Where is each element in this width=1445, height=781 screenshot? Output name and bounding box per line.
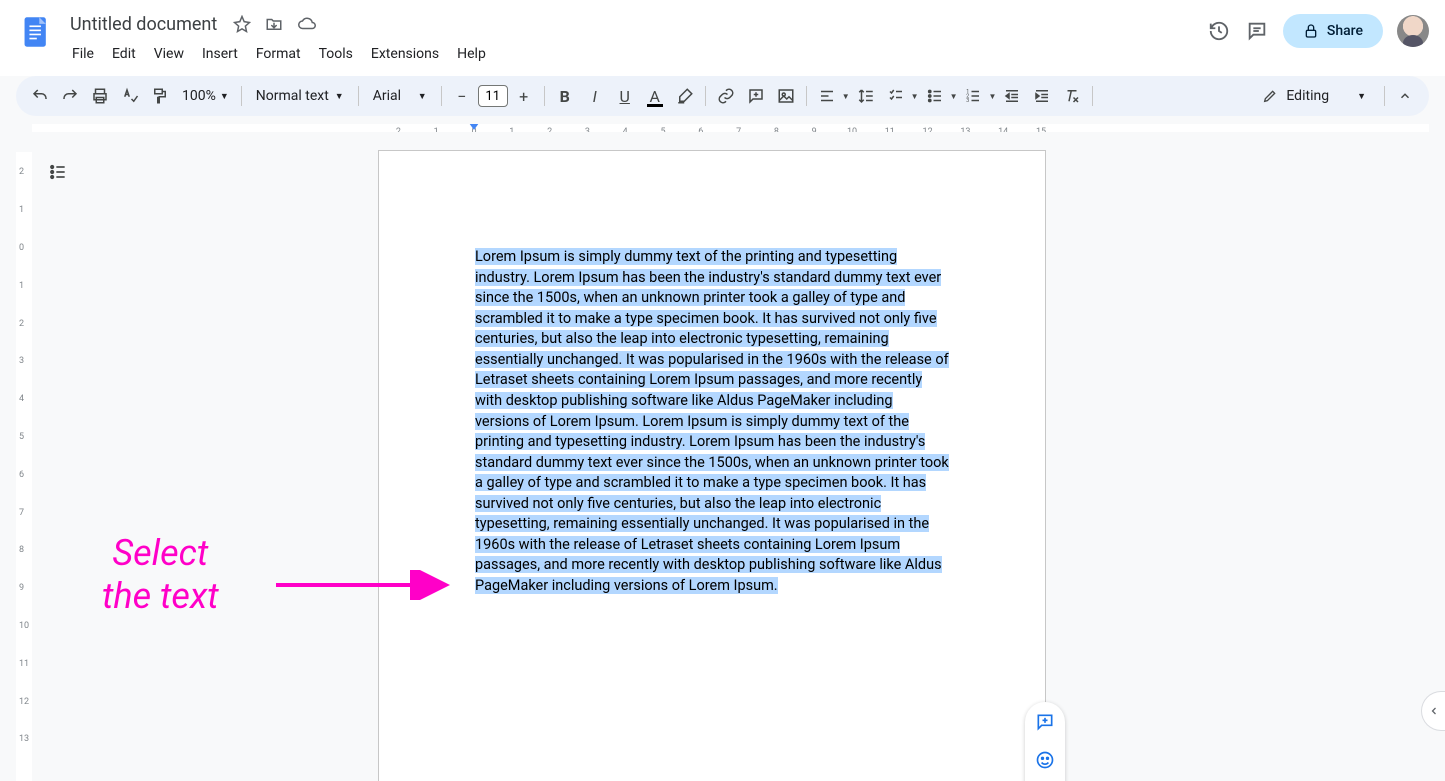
menu-tools[interactable]: Tools (311, 42, 361, 66)
title-area: Untitled document File Edit View Insert … (64, 8, 1207, 66)
add-comment-side-button[interactable] (1031, 708, 1059, 736)
bold-button[interactable]: B (551, 82, 579, 110)
separator (705, 86, 706, 106)
align-button[interactable] (813, 82, 841, 110)
insert-image-button[interactable] (772, 82, 800, 110)
cloud-status-icon[interactable] (297, 15, 317, 33)
menu-edit[interactable]: Edit (104, 42, 144, 66)
undo-button[interactable] (26, 82, 54, 110)
redo-button[interactable] (56, 82, 84, 110)
menu-extensions[interactable]: Extensions (363, 42, 447, 66)
spellcheck-button[interactable] (116, 82, 144, 110)
document-title[interactable]: Untitled document (64, 12, 223, 37)
annotation-line2: the text (102, 575, 219, 618)
zoom-dropdown[interactable]: 100%▼ (176, 88, 235, 104)
clear-format-button[interactable] (1058, 82, 1086, 110)
editing-mode-dropdown[interactable]: Editing ▼ (1250, 88, 1378, 104)
font-dropdown[interactable]: Arial▼ (365, 88, 435, 104)
collapse-toolbar-button[interactable] (1391, 82, 1419, 110)
separator (358, 86, 359, 106)
bulleted-list-button[interactable] (921, 82, 949, 110)
menu-view[interactable]: View (146, 42, 192, 66)
menu-bar: File Edit View Insert Format Tools Exten… (64, 42, 1207, 66)
italic-button[interactable]: I (581, 82, 609, 110)
page-content[interactable]: Lorem Ipsum is simply dummy text of the … (379, 151, 1045, 597)
vertical-ruler[interactable]: 21012345678910111213 (16, 152, 32, 781)
highlight-button[interactable] (671, 82, 699, 110)
print-button[interactable] (86, 82, 114, 110)
zoom-value: 100% (182, 88, 216, 104)
separator (241, 86, 242, 106)
style-value: Normal text (256, 88, 329, 104)
decrease-indent-button[interactable] (998, 82, 1026, 110)
menu-insert[interactable]: Insert (194, 42, 246, 66)
annotation-label: Select the text (102, 532, 219, 618)
menu-help[interactable]: Help (449, 42, 494, 66)
editor-area: 21012345678910111213 Lorem Ipsum is simp… (0, 132, 1445, 781)
menu-file[interactable]: File (64, 42, 102, 66)
svg-text:3: 3 (967, 98, 970, 104)
header: Untitled document File Edit View Insert … (0, 0, 1445, 76)
add-comment-button[interactable] (742, 82, 770, 110)
comments-icon[interactable] (1245, 19, 1269, 43)
increase-fontsize-button[interactable]: + (510, 82, 538, 110)
mode-label: Editing (1286, 88, 1329, 104)
pencil-icon (1262, 88, 1278, 104)
docs-logo[interactable] (16, 12, 56, 52)
emoji-react-button[interactable] (1031, 746, 1059, 774)
separator (544, 86, 545, 106)
line-spacing-button[interactable] (852, 82, 880, 110)
star-icon[interactable] (233, 15, 251, 33)
fontsize-input[interactable] (478, 85, 508, 107)
paint-format-button[interactable] (146, 82, 174, 110)
share-button[interactable]: Share (1283, 14, 1383, 48)
menu-format[interactable]: Format (248, 42, 309, 66)
side-actions (1025, 702, 1065, 781)
move-icon[interactable] (265, 15, 283, 33)
outline-button[interactable] (44, 158, 72, 186)
font-value: Arial (373, 88, 401, 104)
underline-button[interactable]: U (611, 82, 639, 110)
avatar[interactable] (1397, 15, 1429, 47)
separator (441, 86, 442, 106)
lock-icon (1303, 23, 1319, 39)
checklist-button[interactable] (882, 82, 910, 110)
separator (806, 86, 807, 106)
toolbar: 100%▼ Normal text▼ Arial▼ − + B I U A ▼ … (16, 76, 1429, 116)
header-right: Share (1207, 14, 1429, 48)
separator (1092, 86, 1093, 106)
history-icon[interactable] (1207, 19, 1231, 43)
decrease-fontsize-button[interactable]: − (448, 82, 476, 110)
numbered-list-button[interactable]: 123 (959, 82, 987, 110)
selected-text[interactable]: Lorem Ipsum is simply dummy text of the … (475, 248, 949, 594)
link-button[interactable] (712, 82, 740, 110)
text-color-button[interactable]: A (641, 82, 669, 110)
annotation-line1: Select (102, 532, 219, 575)
share-label: Share (1327, 23, 1363, 39)
separator (1384, 86, 1385, 106)
side-panel-toggle[interactable] (1421, 691, 1445, 731)
page[interactable]: Lorem Ipsum is simply dummy text of the … (378, 150, 1046, 781)
increase-indent-button[interactable] (1028, 82, 1056, 110)
paragraph-style-dropdown[interactable]: Normal text▼ (248, 88, 352, 104)
